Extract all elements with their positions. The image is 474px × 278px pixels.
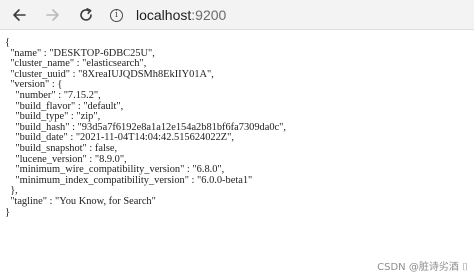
json-line: "build_snapshot" : false, [5, 142, 118, 154]
json-line: "tagline" : "You Know, for Search" [5, 195, 156, 207]
json-line: "number" : "7.15.2", [5, 89, 101, 101]
json-line: { [5, 37, 10, 48]
reload-button[interactable] [75, 4, 97, 26]
info-icon[interactable]: i [110, 8, 123, 22]
url-port: :9200 [191, 7, 227, 23]
json-response-body: { "name" : "DESKTOP-6DBC25U", "cluster_n… [5, 37, 286, 218]
forward-button[interactable] [42, 4, 64, 26]
browser-window: i localhost:9200 { "name" : "DESKTOP-6DB… [0, 0, 474, 278]
browser-toolbar: i localhost:9200 [0, 0, 474, 30]
json-line: "minimum_index_compatibility_version" : … [5, 174, 253, 186]
url-host: localhost [136, 7, 192, 23]
csdn-watermark: CSDN @脏诗劣酒 ⌷ [377, 262, 468, 273]
arrow-right-icon [46, 9, 59, 21]
back-button[interactable] [8, 4, 30, 26]
json-line: } [5, 206, 10, 218]
address-bar[interactable]: i localhost:9200 [107, 3, 467, 27]
reload-icon [80, 8, 92, 21]
arrow-left-icon [13, 9, 26, 21]
url-text[interactable]: localhost:9200 [136, 7, 226, 23]
